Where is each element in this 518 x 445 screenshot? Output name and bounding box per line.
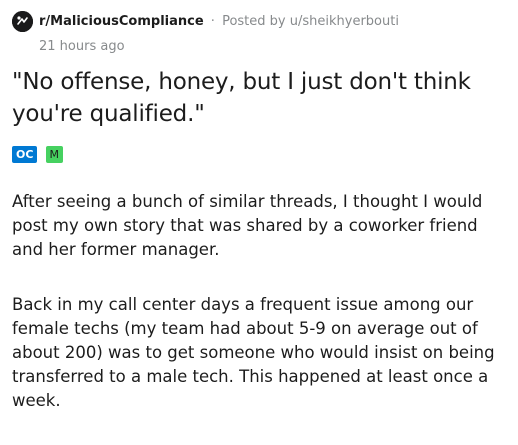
author-link[interactable]: u/sheikhyerbouti xyxy=(290,14,399,29)
flair-oc[interactable]: OC xyxy=(12,146,38,163)
subreddit-link[interactable]: r/MaliciousCompliance xyxy=(39,14,204,29)
post-title[interactable]: "No offense, honey, but I just don't thi… xyxy=(12,66,512,130)
post-flairs: OC M xyxy=(12,146,66,164)
post-body-paragraph: After seeing a bunch of similar threads,… xyxy=(12,192,483,259)
post-body-paragraph: Back in my call center days a frequent i… xyxy=(12,295,495,410)
posted-by-label: Posted by xyxy=(222,14,286,29)
meta-separator: · xyxy=(210,14,215,29)
post-timestamp[interactable]: 21 hours ago xyxy=(39,38,125,55)
flair-m[interactable]: M xyxy=(45,146,64,163)
subreddit-icon-glyph xyxy=(12,11,33,32)
post-header: r/MaliciousCompliance · Posted by u/shei… xyxy=(12,10,512,60)
post-meta: r/MaliciousCompliance · Posted by u/shei… xyxy=(39,13,399,30)
subreddit-icon[interactable] xyxy=(12,11,33,32)
reddit-post: r/MaliciousCompliance · Posted by u/shei… xyxy=(0,0,518,445)
